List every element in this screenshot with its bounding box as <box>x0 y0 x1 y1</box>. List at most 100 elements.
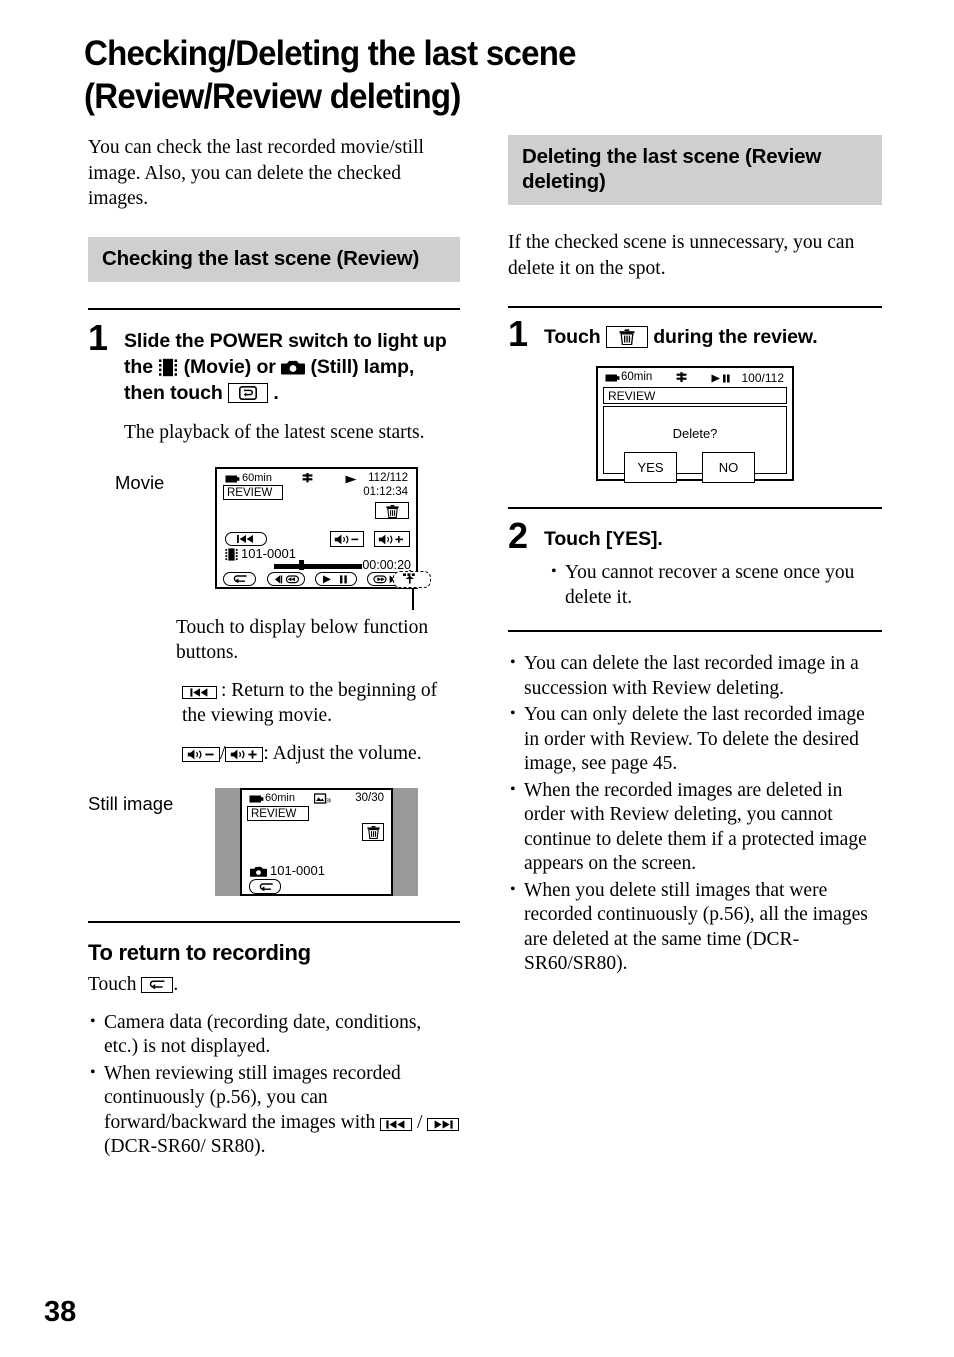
movie-progress-bar[interactable] <box>274 563 362 569</box>
left-step-1-text-c: (Still) lamp, <box>310 355 415 378</box>
battery-icon <box>605 374 620 382</box>
previous-image-icon <box>380 1117 413 1131</box>
legend-volume-text: : Adjust the volume. <box>263 742 422 764</box>
left-step-1-text-d: then touch <box>124 381 223 404</box>
still-return-button[interactable] <box>249 879 281 894</box>
movie-leader-line <box>412 587 414 610</box>
next-image-icon <box>427 1117 460 1131</box>
left-intro-text: You can check the last recorded movie/st… <box>88 137 424 209</box>
return-arrow-icon[interactable] <box>141 977 174 993</box>
return-to-recording-instruction: Touch . <box>88 972 460 998</box>
movie-file-number: 101-0001 <box>241 545 296 561</box>
movie-review-badge: REVIEW <box>223 484 283 500</box>
page-title-line1: Checking/Deleting the last scene <box>84 33 576 73</box>
delete-dialog-figure: 60min 100/112 REVIEW Delete? YES NO <box>508 366 882 491</box>
still-gray-left <box>215 788 242 896</box>
legend-rewind-text: : Return to the beginning of the viewing… <box>182 679 438 727</box>
list-item: You can delete the last recorded image i… <box>508 651 882 701</box>
movie-timecode: 01:12:34 <box>363 485 408 498</box>
right-step-1-text: Touch during the review. <box>544 324 882 350</box>
right-column: Deleting the last scene (Review deleting… <box>508 135 882 979</box>
section-header-checking: Checking the last scene (Review) <box>88 236 460 282</box>
forward-bullet-post: (DCR-SR60/ SR80). <box>104 1136 266 1157</box>
still-figure-label: Still image <box>88 793 174 814</box>
delete-review-label: REVIEW <box>608 389 656 403</box>
movie-figure: Movie 60min 112/112 01:12:34 REVIEW 101-… <box>88 466 460 610</box>
legend-volume: / : Adjust the volume. <box>88 741 460 767</box>
divider-left-2 <box>88 921 460 923</box>
trash-can-icon[interactable] <box>605 326 648 348</box>
still-review-label: REVIEW <box>251 808 297 820</box>
left-step-1-text-b: (Movie) or <box>183 355 276 378</box>
left-step-1-text: Slide the POWER switch to light up the (… <box>124 328 460 406</box>
divider-right-3 <box>508 630 882 632</box>
left-bullet-list: Camera data (recording date, conditions,… <box>88 1010 460 1160</box>
movie-volume-up-button[interactable] <box>374 530 410 547</box>
volume-up-icon <box>225 746 264 762</box>
still-counter: 30/30 <box>355 792 384 804</box>
delete-no-label: NO <box>718 460 739 475</box>
delete-dialog-panel: Delete? YES NO <box>603 406 787 483</box>
list-item: When reviewing still images recorded con… <box>88 1061 460 1160</box>
movie-rewind-begin-button[interactable] <box>225 531 267 546</box>
battery-icon <box>225 475 240 483</box>
battery-icon <box>249 795 264 803</box>
still-quality-icon: 3M <box>314 793 331 804</box>
right-intro-text: If the checked scene is unnecessary, you… <box>508 232 855 279</box>
page-title: Checking/Deleting the last scene (Review… <box>84 32 735 118</box>
forward-bullet-sep: / <box>417 1111 423 1133</box>
still-lcd-screen: 60min 3M 30/30 REVIEW <box>240 788 393 896</box>
list-item: You can only delete the last recorded im… <box>508 702 882 777</box>
play-icon <box>345 475 358 484</box>
return-touch-post: . <box>173 974 179 995</box>
delete-no-button[interactable]: NO <box>702 452 755 483</box>
return-to-recording-heading: To return to recording <box>88 940 311 965</box>
svg-text:3M: 3M <box>326 799 331 804</box>
movie-return-button[interactable] <box>223 571 256 586</box>
left-step-1-text-e: . <box>273 381 279 404</box>
review-loop-icon[interactable] <box>227 382 268 403</box>
list-item: You cannot recover a scene once you dele… <box>549 560 882 610</box>
still-file-number: 101-0001 <box>270 863 325 878</box>
list-item: Camera data (recording date, conditions,… <box>88 1010 460 1060</box>
play-pause-icon <box>711 374 731 383</box>
delete-counter: 100/112 <box>741 371 785 385</box>
movie-trash-button[interactable] <box>375 501 409 519</box>
movie-counter: 112/112 <box>368 471 408 484</box>
left-step-1-sub: The playback of the latest scene starts. <box>124 421 425 443</box>
still-review-badge: REVIEW <box>247 806 309 821</box>
right-step-1: 1 Touch during the review. <box>508 316 882 352</box>
list-item: When you delete still images that were r… <box>508 878 882 977</box>
media-hdd-icon <box>676 372 687 383</box>
movie-display-buttons-highlight[interactable] <box>393 570 431 588</box>
section-header-deleting: Deleting the last scene (Review deleting… <box>508 135 882 205</box>
movie-lcd-screen: 60min 112/112 01:12:34 REVIEW 101-0001 0… <box>215 466 418 579</box>
list-item: When the recorded images are deleted in … <box>508 778 882 877</box>
still-trash-button[interactable] <box>362 823 384 841</box>
divider-right-2 <box>508 507 882 509</box>
volume-down-icon <box>182 746 220 762</box>
forward-bullet-pre: When reviewing still images recorded con… <box>104 1062 401 1133</box>
right-step-2-bullets: You cannot recover a scene once you dele… <box>544 560 882 610</box>
right-step-1-number: 1 <box>508 313 529 354</box>
touch-display-caption: Touch to display below function buttons. <box>176 616 429 664</box>
movie-play-pause-button[interactable] <box>315 571 357 586</box>
delete-yes-button[interactable]: YES <box>624 452 677 483</box>
movie-review-label: REVIEW <box>227 486 273 499</box>
delete-battery-time: 60min <box>621 371 653 383</box>
page-title-line2: (Review/Review deleting) <box>84 76 461 116</box>
still-figure: Still image 60min 3M <box>88 788 460 898</box>
movie-figure-label: Movie <box>115 471 165 493</box>
still-battery-time: 60min <box>265 792 295 804</box>
movie-battery-time: 60min <box>242 471 272 484</box>
manual-page: Checking/Deleting the last scene (Review… <box>0 0 954 1357</box>
media-hdd-icon <box>302 472 313 483</box>
left-step-1-number: 1 <box>88 316 109 358</box>
legend-rewind: : Return to the beginning of the viewing… <box>88 678 460 729</box>
movie-film-icon <box>158 358 178 377</box>
still-gray-right <box>391 788 418 896</box>
movie-volume-down-button[interactable] <box>330 530 364 547</box>
delete-review-badge: REVIEW <box>603 387 787 404</box>
delete-lcd-screen: 60min 100/112 REVIEW Delete? YES NO <box>596 366 794 483</box>
movie-slow-reverse-button[interactable] <box>267 571 305 586</box>
